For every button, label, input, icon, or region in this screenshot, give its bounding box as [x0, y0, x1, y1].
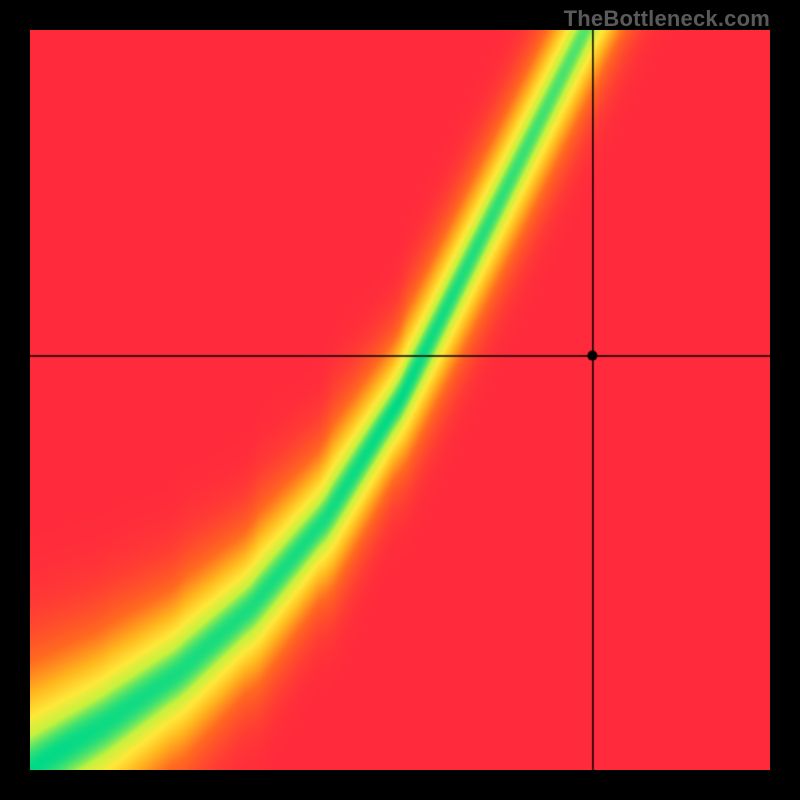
heatmap-plot [30, 30, 770, 770]
chart-frame: TheBottleneck.com [0, 0, 800, 800]
watermark-text: TheBottleneck.com [564, 6, 770, 32]
heatmap-canvas [30, 30, 770, 770]
